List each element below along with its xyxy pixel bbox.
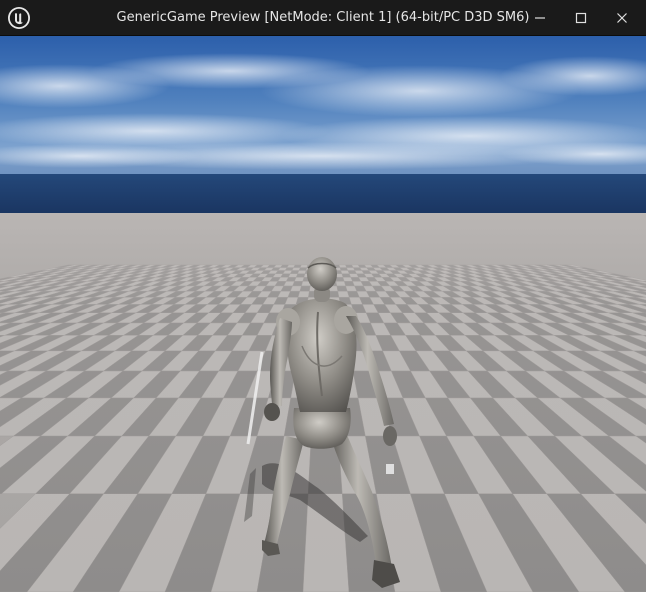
- minimize-icon: [535, 17, 545, 19]
- title-bar[interactable]: GenericGame Preview [NetMode: Client 1] …: [0, 0, 646, 36]
- unreal-engine-logo-icon: [7, 6, 31, 30]
- game-viewport[interactable]: [0, 36, 646, 592]
- maximize-button[interactable]: [561, 0, 601, 36]
- horizon-sea: [0, 174, 646, 214]
- game-preview-window: GenericGame Preview [NetMode: Client 1] …: [0, 0, 646, 592]
- maximize-icon: [575, 12, 587, 24]
- close-button[interactable]: [602, 0, 642, 36]
- close-icon: [617, 13, 627, 23]
- minimize-button[interactable]: [520, 0, 560, 36]
